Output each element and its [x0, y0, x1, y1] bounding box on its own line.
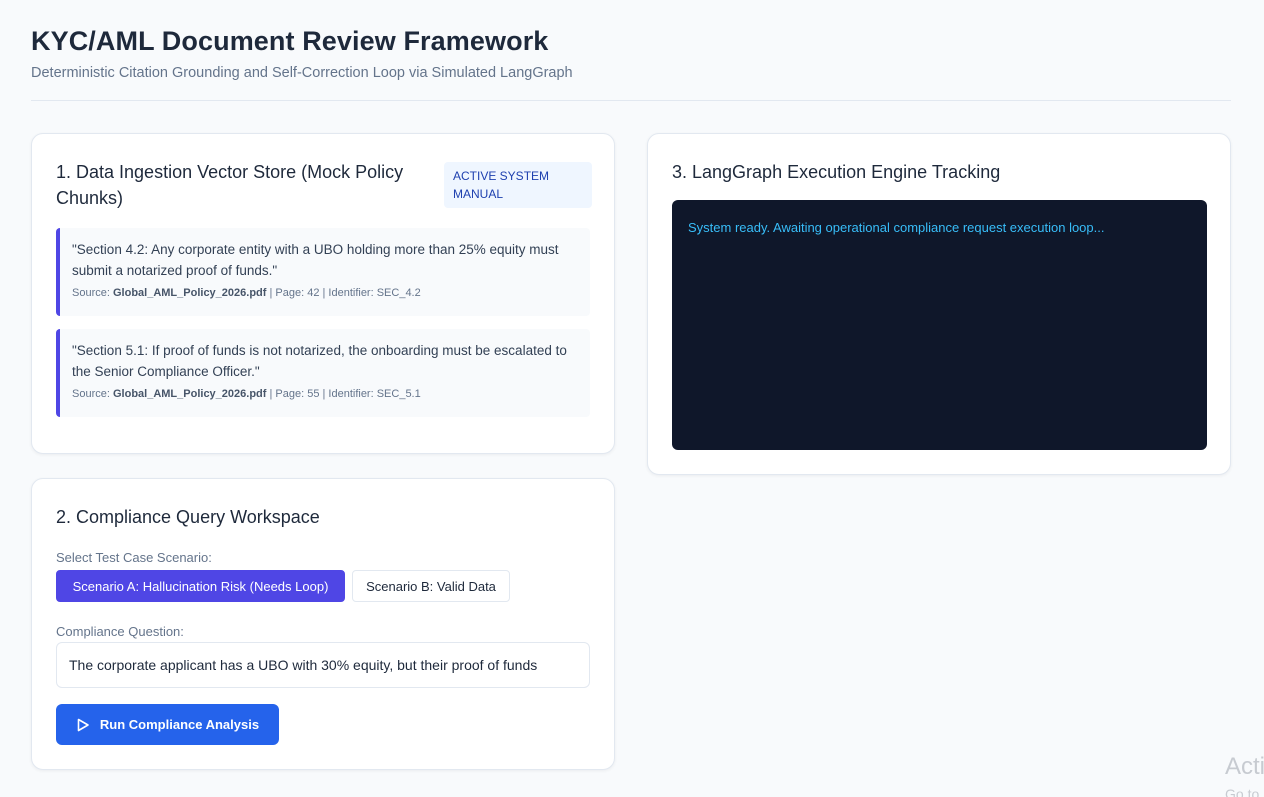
policy-chunk: "Section 4.2: Any corporate entity with …: [56, 228, 590, 316]
chunk-text: "Section 4.2: Any corporate entity with …: [72, 242, 559, 278]
page-subtitle: Deterministic Citation Grounding and Sel…: [31, 65, 573, 81]
source-file: Global_AML_Policy_2026.pdf: [112, 287, 267, 299]
ingestion-card: 1. Data Ingestion Vector Store (Mock Pol…: [31, 133, 615, 454]
console-line: System ready. Awaiting operational compl…: [688, 220, 1105, 235]
scenario-label: Select Test Case Scenario:: [56, 550, 212, 565]
chunk-text: "Section 5.1: If proof of funds is not n…: [72, 343, 567, 379]
query-card: 2. Compliance Query Workspace Select Tes…: [31, 478, 615, 770]
page-title: KYC/AML Document Review Framework: [31, 26, 549, 56]
play-icon: [77, 718, 89, 731]
policy-chunk: "Section 5.1: If proof of funds is not n…: [56, 329, 590, 417]
source-label: Source:: [72, 287, 110, 299]
source-meta: | Page: 55 | Identifier: SEC_5.1: [269, 388, 421, 400]
source-label: Source:: [72, 388, 110, 400]
source-file: Global_AML_Policy_2026.pdf: [112, 388, 267, 400]
chunk-source: Source: Global_AML_Policy_2026.pdf | Pag…: [72, 286, 570, 301]
engine-card: 3. LangGraph Execution Engine Tracking S…: [647, 133, 1231, 475]
source-meta: | Page: 42 | Identifier: SEC_4.2: [269, 287, 421, 299]
status-badge: ACTIVE SYSTEM MANUAL: [444, 162, 592, 208]
ingestion-header: 1. Data Ingestion Vector Store (Mock Pol…: [56, 159, 592, 211]
execution-console[interactable]: System ready. Awaiting operational compl…: [672, 200, 1207, 450]
query-title: 2. Compliance Query Workspace: [56, 507, 320, 527]
page-header: KYC/AML Document Review Framework Determ…: [31, 24, 1231, 83]
compliance-question-input[interactable]: [56, 642, 590, 688]
engine-title: 3. LangGraph Execution Engine Tracking: [672, 162, 1001, 182]
header-divider: [31, 100, 1231, 101]
scenario-a-button[interactable]: Scenario A: Hallucination Risk (Needs Lo…: [56, 570, 345, 602]
run-analysis-button[interactable]: Run Compliance Analysis: [56, 704, 279, 745]
activation-watermark-sub: Go to: [1225, 786, 1260, 797]
question-label: Compliance Question:: [56, 624, 184, 639]
activation-watermark: Acti: [1225, 753, 1264, 780]
scenario-b-button[interactable]: Scenario B: Valid Data: [352, 570, 510, 602]
ingestion-title: 1. Data Ingestion Vector Store (Mock Pol…: [56, 162, 404, 208]
chunk-source: Source: Global_AML_Policy_2026.pdf | Pag…: [72, 387, 570, 402]
run-analysis-label: Run Compliance Analysis: [99, 717, 260, 732]
